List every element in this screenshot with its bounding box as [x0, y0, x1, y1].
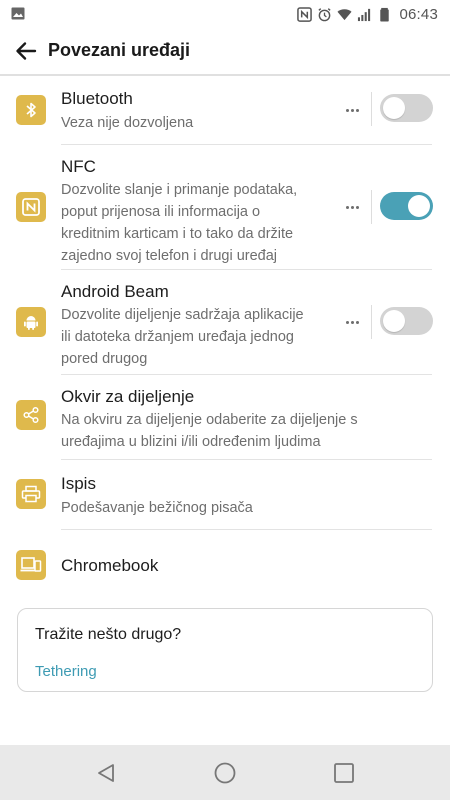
battery-icon	[380, 7, 390, 22]
nav-recents-button[interactable]	[330, 759, 358, 787]
list-item-bluetooth[interactable]: Bluetooth Veza nije dozvoljena	[0, 76, 450, 144]
back-button[interactable]	[12, 37, 40, 65]
more-options-icon[interactable]	[346, 202, 362, 212]
nfc-toggle[interactable]	[380, 192, 433, 220]
bluetooth-toggle[interactable]	[380, 94, 433, 122]
printer-icon	[16, 479, 46, 509]
nav-back-button[interactable]	[92, 759, 120, 787]
list-item-printing[interactable]: Ispis Podešavanje bežičnog pisača	[0, 460, 450, 528]
list-item-android-beam[interactable]: Android Beam Dozvolite dijeljenje sadrža…	[0, 270, 450, 374]
arrow-left-icon	[16, 42, 37, 60]
divider	[371, 190, 372, 224]
nfc-icon	[16, 192, 46, 222]
toggle-knob	[408, 195, 430, 217]
home-circle-icon	[214, 762, 236, 784]
list-item-title: Chromebook	[61, 556, 159, 575]
bluetooth-icon	[16, 95, 46, 125]
status-bar: 06:43	[0, 0, 450, 28]
suggestion-card: Tražite nešto drugo? Tethering	[17, 608, 433, 692]
list-item-subtitle: Dozvolite slanje i primanje podataka, po…	[61, 182, 298, 264]
suggestion-card-title: Tražite nešto drugo?	[35, 626, 182, 643]
list-item-title: NFC	[61, 157, 96, 176]
nfc-icon	[297, 6, 313, 22]
navigation-bar	[0, 745, 450, 800]
list-item-nfc[interactable]: NFC Dozvolite slanje i primanje podataka…	[0, 145, 450, 269]
share-icon	[16, 400, 46, 430]
android-beam-toggle[interactable]	[380, 307, 433, 335]
back-triangle-icon	[98, 764, 114, 782]
signal-icon	[358, 8, 371, 21]
list-item-title: Android Beam	[61, 282, 169, 301]
divider	[371, 92, 372, 126]
chromebook-icon	[16, 550, 46, 580]
divider	[371, 305, 372, 339]
recents-square-icon	[334, 763, 354, 783]
status-time: 06:43	[399, 5, 438, 23]
list-item-share-panel[interactable]: Okvir za dijeljenje Na okviru za dijelje…	[0, 375, 450, 459]
list-item-subtitle: Podešavanje bežičnog pisača	[61, 500, 253, 516]
app-bar: Povezani uređaji	[0, 28, 450, 74]
list-item-subtitle: Na okviru za dijeljenje odaberite za dij…	[61, 412, 358, 450]
list-item-title: Bluetooth	[61, 89, 133, 108]
nav-home-button[interactable]	[211, 759, 239, 787]
android-icon	[16, 307, 46, 337]
page-title: Povezani uređaji	[48, 40, 191, 60]
tethering-link[interactable]: Tethering	[35, 663, 97, 680]
more-options-icon[interactable]	[346, 317, 362, 327]
list-item-title: Ispis	[61, 474, 96, 493]
list-item-chromebook[interactable]: Chromebook	[0, 530, 450, 600]
list-item-subtitle: Dozvolite dijeljenje sadržaja aplikacije…	[61, 307, 304, 367]
wifi-icon	[337, 8, 352, 20]
toggle-knob	[383, 310, 405, 332]
more-options-icon[interactable]	[346, 105, 362, 115]
list-item-subtitle: Veza nije dozvoljena	[61, 115, 194, 131]
image-icon	[11, 7, 25, 20]
list-item-title: Okvir za dijeljenje	[61, 387, 195, 406]
alarm-icon	[318, 7, 332, 21]
toggle-knob	[383, 97, 405, 119]
